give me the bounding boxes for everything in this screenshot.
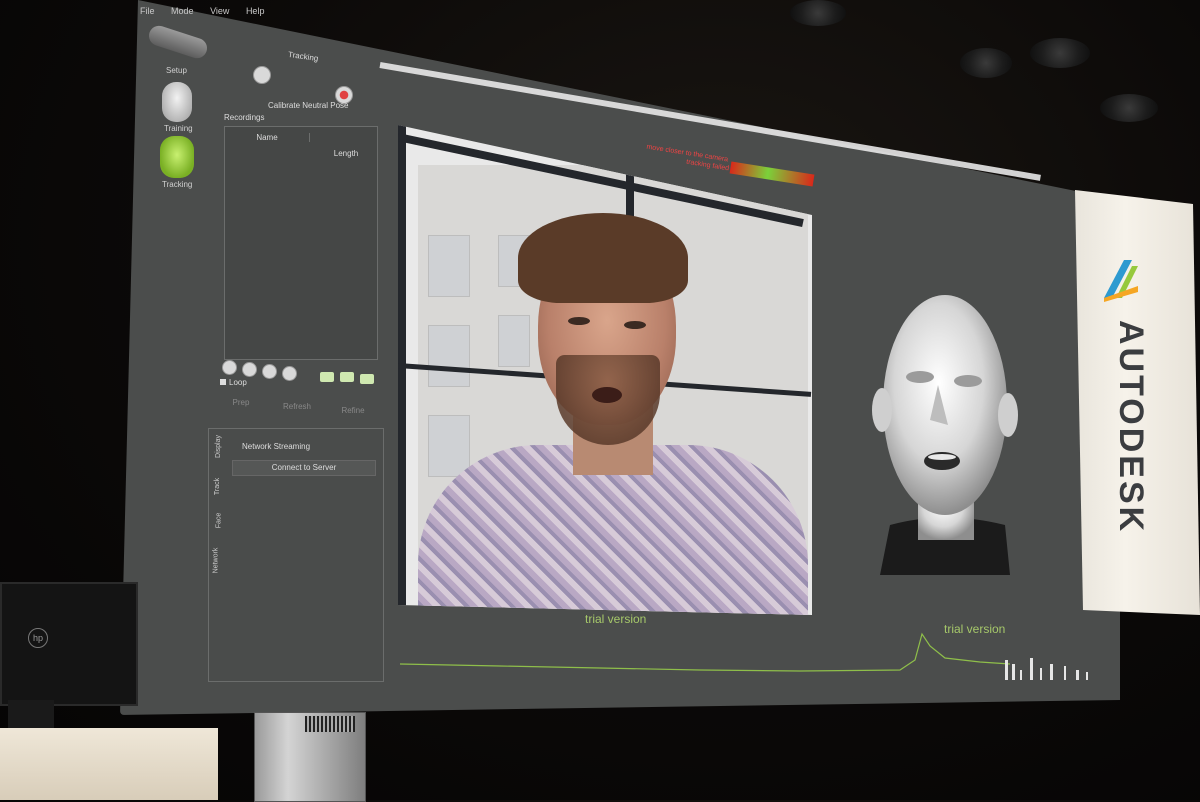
ceiling-light [1100,94,1158,122]
import-icon[interactable] [320,372,334,382]
person-hair [518,213,688,303]
window-frame [398,125,406,615]
save-icon[interactable] [360,374,374,384]
autodesk-logo-icon [1104,260,1138,302]
monitor-stand [8,700,54,730]
menu-mode[interactable]: Mode [171,6,194,16]
tab-display[interactable]: Display [215,435,222,458]
ceiling-light [1030,38,1090,68]
ceiling-light [960,48,1012,78]
signal-graph [400,632,1088,680]
autodesk-brand-text: AUTODESK [1112,320,1150,535]
calibrate-neutral-pose-button[interactable]: Calibrate Neutral Pose [268,101,348,110]
menubar: File Mode View Help [140,6,278,16]
tab-track[interactable]: Track [214,478,221,495]
loop-checkbox[interactable]: Loop [220,378,247,387]
stage-monitor [0,582,138,706]
person-mouth [592,387,622,403]
face-icon[interactable] [162,82,192,122]
building-window [498,315,530,367]
tab-face[interactable]: Face [215,513,222,529]
workstation-vent [305,716,355,732]
loop-label: Loop [229,378,247,387]
person-eye-right [624,321,646,329]
avatar-3d-head [872,295,1018,575]
network-streaming-title: Network Streaming [242,442,311,451]
column-header-name[interactable]: Name [225,133,310,142]
menu-view[interactable]: View [210,6,229,16]
refine-button[interactable]: Refine [328,404,378,418]
rewind-icon[interactable] [222,360,237,375]
sidebar-item-training[interactable]: Training [164,124,193,133]
tab-network[interactable]: Network [212,548,219,574]
menu-help[interactable]: Help [246,6,265,16]
pause-button[interactable] [253,66,271,84]
tracking-face-icon[interactable] [160,136,194,178]
connect-to-server-button[interactable]: Connect to Server [232,460,376,476]
loop-checkbox-box[interactable] [220,379,226,385]
recordings-list[interactable]: Name Length [224,126,378,360]
podium-table [0,728,218,800]
building-window [428,415,470,477]
sidebar-item-tracking[interactable]: Tracking [162,180,192,189]
ceiling-light [790,0,846,26]
export-icon[interactable] [340,372,354,382]
building-window [428,235,470,297]
column-header-length[interactable]: Length [315,149,377,158]
prep-button[interactable]: Prep [216,396,266,410]
play-icon[interactable] [262,364,277,379]
menu-file[interactable]: File [140,6,155,16]
building-window [428,325,470,387]
recordings-label: Recordings [224,113,265,122]
refresh-button[interactable]: Refresh [272,400,322,414]
step-forward-icon[interactable] [282,366,297,381]
hp-logo: hp [28,628,48,648]
person-eye-left [568,317,590,325]
sidebar-item-setup[interactable]: Setup [166,66,187,75]
step-back-icon[interactable] [242,362,257,377]
